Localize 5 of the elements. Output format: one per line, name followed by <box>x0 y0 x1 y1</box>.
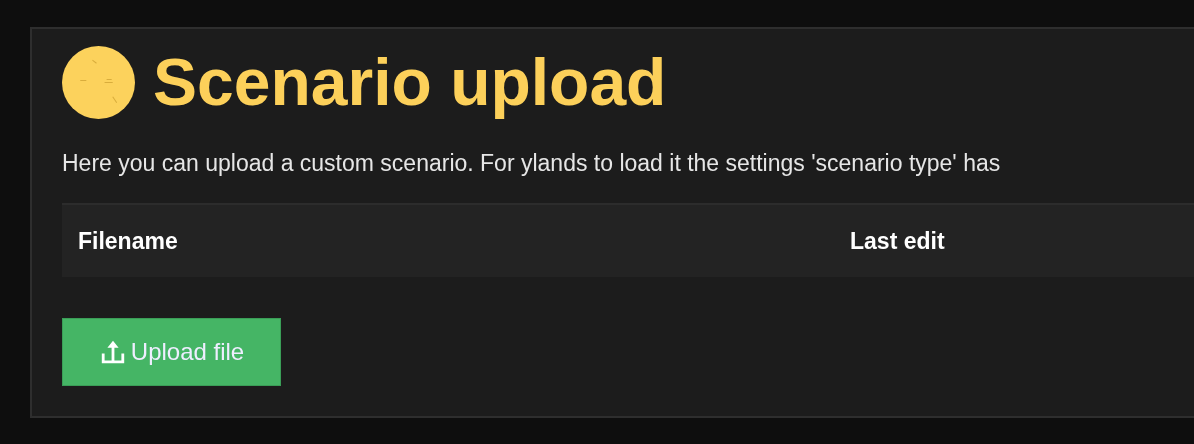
description-text: Here you can upload a custom scenario. For ylands to load it the settings 'scenario type' has <box>62 149 1002 178</box>
upload-file-button[interactable]: Upload file <box>62 318 281 386</box>
column-header: Last edit <box>850 227 945 255</box>
planet-logo-icon <box>62 45 135 119</box>
column-header: Filename <box>78 227 179 255</box>
